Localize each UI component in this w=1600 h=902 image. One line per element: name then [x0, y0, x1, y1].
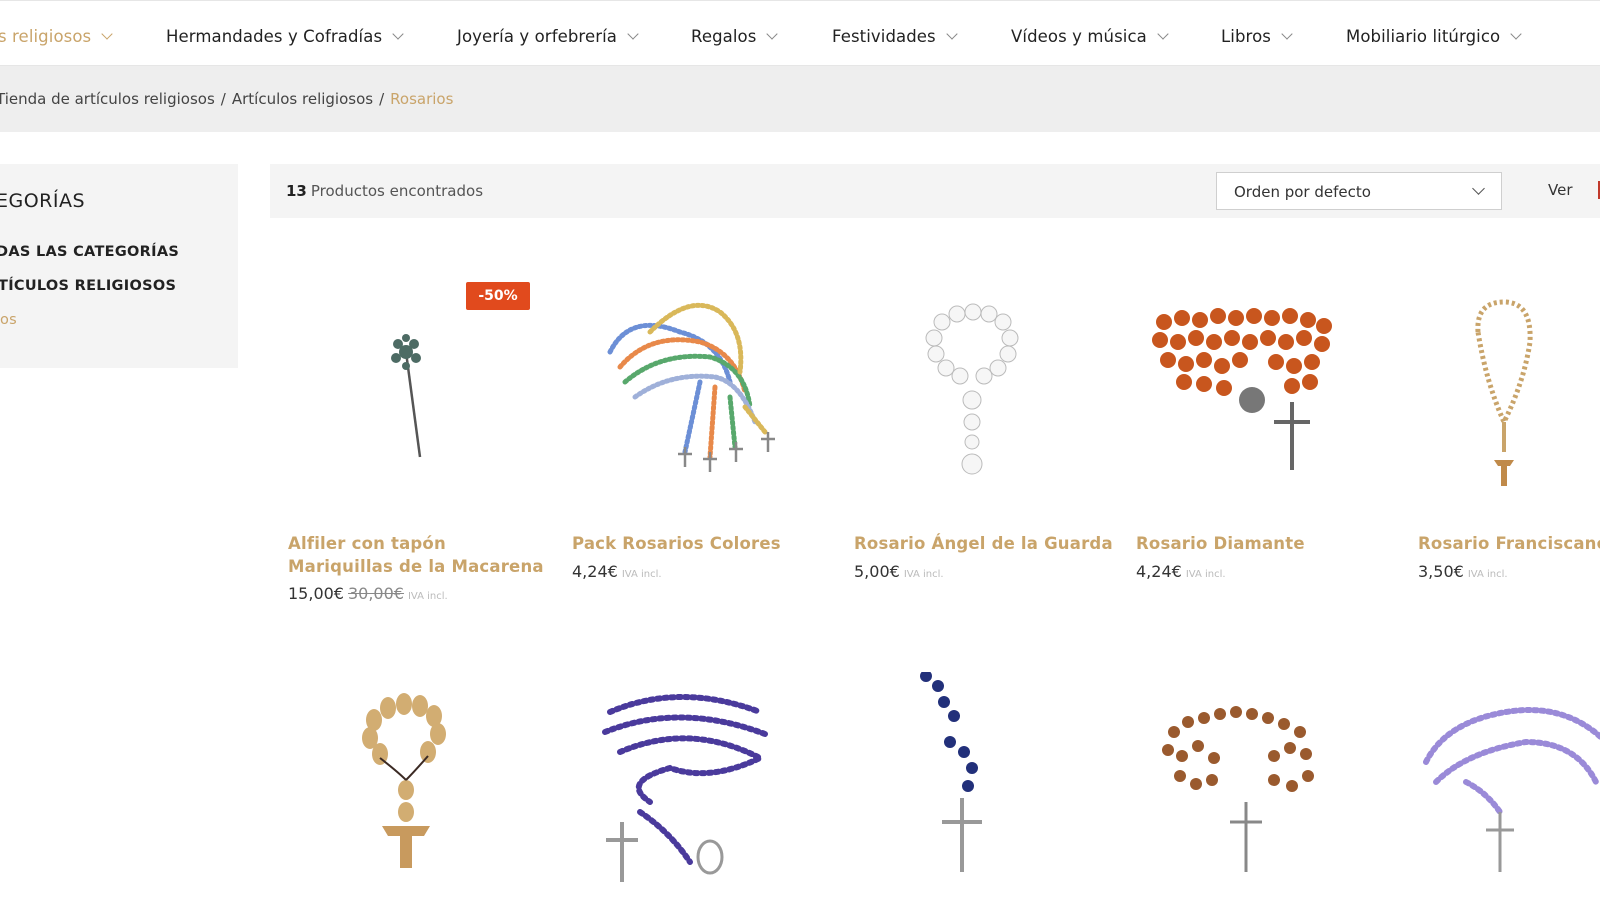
product-image[interactable]	[278, 672, 538, 902]
product-card[interactable]: Rosario Ángel de la Guarda 5,00€ IVA incl…	[842, 272, 1113, 592]
nav-item-festividades[interactable]: Festividades	[832, 27, 958, 46]
product-image[interactable]	[1406, 272, 1600, 502]
product-card[interactable]	[842, 672, 1102, 900]
product-price: 3,50€ IVA incl.	[1418, 562, 1508, 581]
nav-item-regalos[interactable]: Regalos	[691, 27, 779, 46]
franciscan-rosary-icon	[1475, 299, 1533, 486]
sidebar-link-articulos-religiosos[interactable]: TÍCULOS RELIGIOSOS	[0, 278, 176, 294]
chevron-down-icon	[1281, 28, 1293, 40]
product-price: 5,00€ IVA incl.	[854, 562, 944, 581]
product-card[interactable]	[1406, 672, 1600, 900]
wooden-decade-rosary-icon	[362, 693, 446, 868]
breadcrumb: Tienda de artículos religiosos / Artículos…	[0, 90, 453, 108]
blue-purple-rosary-icon	[602, 694, 768, 882]
breadcrumb-bar: Tienda de artículos religiosos / Artículos…	[0, 66, 1600, 132]
product-card[interactable]: Pack Rosarios Colores 4,24€ IVA incl.	[560, 272, 820, 592]
product-image[interactable]	[842, 672, 1102, 902]
sidebar-title: EGORÍAS	[0, 190, 86, 212]
results-toolbar: 13 Productos encontrados Orden por defect…	[270, 164, 1600, 218]
chevron-down-icon	[946, 28, 958, 40]
chevron-down-icon	[392, 28, 404, 40]
category-sidebar: EGORÍAS DAS LAS CATEGORÍAS TÍCULOS RELIG…	[0, 164, 238, 368]
product-card[interactable]	[1124, 672, 1384, 900]
product-name[interactable]: Rosario Diamante	[1136, 532, 1305, 555]
chevron-down-icon	[1157, 28, 1169, 40]
product-image[interactable]	[560, 672, 820, 902]
breadcrumb-link-home[interactable]: Tienda de artículos religiosos	[0, 90, 215, 108]
product-image[interactable]	[560, 272, 820, 502]
product-card[interactable]	[278, 672, 538, 900]
dark-blue-rosary-icon	[920, 672, 982, 872]
results-count: 13 Productos encontrados	[286, 182, 484, 200]
pearl-rosary-icon	[925, 303, 1019, 475]
product-card[interactable]: Rosario Diamante 4,24€ IVA incl.	[1124, 272, 1384, 592]
nav-item-articulos-religiosos[interactable]: s religiosos	[0, 27, 113, 46]
nav-item-mobiliario[interactable]: Mobiliario litúrgico	[1346, 27, 1522, 46]
sort-select[interactable]: Orden por defecto	[1216, 172, 1502, 210]
nav-item-libros[interactable]: Libros	[1221, 27, 1293, 46]
breadcrumb-link-articulos[interactable]: Artículos religiosos	[232, 90, 373, 108]
sidebar-link-rosarios[interactable]: os	[0, 312, 17, 328]
sidebar-link-all-categories[interactable]: DAS LAS CATEGORÍAS	[0, 244, 179, 260]
breadcrumb-current: Rosarios	[390, 90, 454, 108]
product-price: 4,24€ IVA incl.	[1136, 562, 1226, 581]
product-name[interactable]: Alfiler con tapón Mariquillas de la Macar…	[288, 532, 544, 578]
product-image[interactable]	[842, 272, 1102, 502]
brown-bead-rosary-icon	[1162, 706, 1314, 872]
chevron-down-icon	[1472, 182, 1485, 195]
product-card[interactable]: Rosario Franciscano 3,50€ IVA incl.	[1406, 272, 1600, 592]
main-navigation: s religiosos Hermandades y Cofradías Joy…	[0, 0, 1600, 66]
product-image[interactable]	[1406, 672, 1600, 900]
nav-item-joyeria[interactable]: Joyería y orfebrería	[457, 27, 639, 46]
product-name[interactable]: Rosario Ángel de la Guarda	[854, 532, 1113, 555]
product-price: 4,24€ IVA incl.	[572, 562, 662, 581]
product-image[interactable]	[1124, 272, 1384, 502]
chevron-down-icon	[101, 28, 113, 40]
chevron-down-icon	[766, 28, 779, 40]
discount-badge: -50%	[466, 282, 530, 310]
chevron-down-icon	[1510, 28, 1522, 40]
view-label: Ver	[1548, 181, 1573, 199]
product-name[interactable]: Pack Rosarios Colores	[572, 532, 781, 555]
nav-item-hermandades[interactable]: Hermandades y Cofradías	[166, 27, 404, 46]
orange-rosary-icon	[1152, 308, 1332, 470]
product-name[interactable]: Rosario Franciscano	[1418, 532, 1600, 555]
product-card[interactable]: Alfiler con tapón Mariquillas de la Macar…	[278, 272, 544, 612]
chevron-down-icon	[627, 28, 639, 40]
product-price: 15,00€ 30,00€ IVA incl.	[288, 584, 448, 603]
product-image[interactable]	[1124, 672, 1384, 902]
lilac-rosary-icon	[1423, 707, 1600, 872]
multicolor-rosaries-icon	[607, 302, 775, 472]
product-card[interactable]	[560, 672, 820, 900]
nav-item-videos-musica[interactable]: Vídeos y música	[1011, 27, 1169, 46]
old-price: 30,00€	[347, 584, 404, 603]
